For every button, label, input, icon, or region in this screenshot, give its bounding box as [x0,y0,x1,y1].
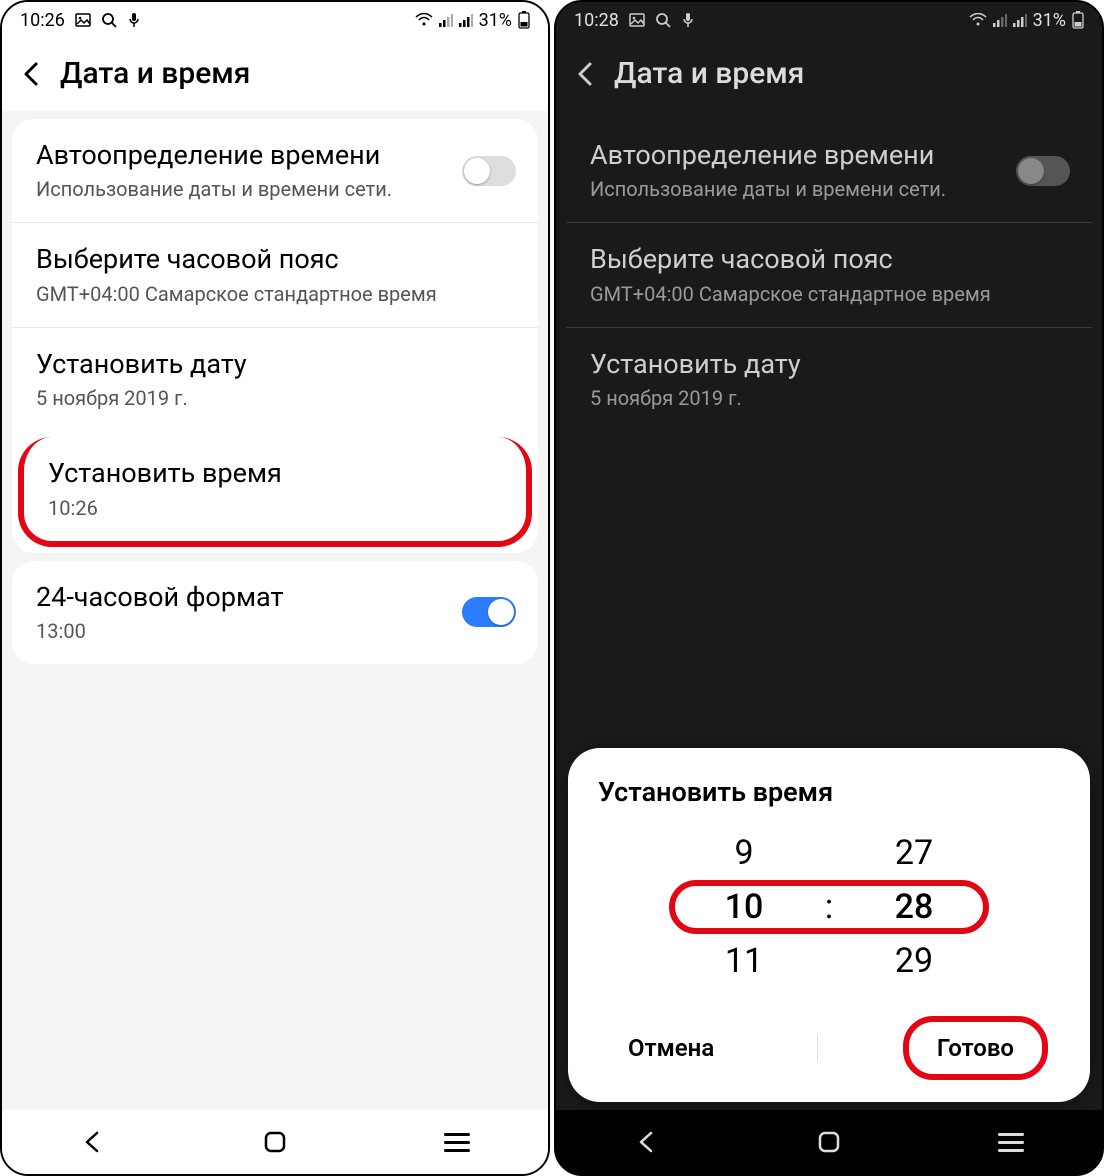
time-picker[interactable]: 9 10 11 : 27 28 29 [598,826,1060,988]
battery-icon [1072,11,1084,29]
minute-next: 29 [844,934,984,988]
status-battery-pct: 31% [479,10,512,31]
minute-picker-col[interactable]: 27 28 29 [844,826,984,988]
set-date-sub: 5 ноября 2019 г. [36,386,514,411]
nav-recents-icon[interactable] [444,1133,470,1152]
nav-back-icon[interactable] [80,1129,106,1155]
auto-time-toggle [1016,156,1070,186]
phone-screen-right: 10:28 [554,0,1104,1176]
page-title: Дата и время [614,56,804,91]
page-title: Дата и время [60,56,250,91]
search-icon [101,12,117,28]
page-header: Дата и время [556,38,1102,111]
status-battery-pct: 31% [1033,10,1066,31]
button-divider [817,1035,818,1061]
auto-time-title: Автоопределение времени [590,139,970,171]
minute-selected: 28 [844,880,984,934]
status-bar: 10:28 [556,2,1102,38]
signal2-icon [459,13,473,27]
dialog-buttons: Отмена Готово [598,1010,1060,1084]
format24-title: 24-часовой формат [36,581,514,613]
done-button[interactable]: Готово [919,1024,1032,1072]
wifi-icon [415,13,433,27]
status-bar: 10:26 31% [2,2,548,38]
auto-time-sub: Использование даты и времени сети. [36,177,436,202]
battery-icon [518,11,530,29]
row-set-date: Установить дату 5 ноября 2019 г. [566,327,1092,431]
nav-bar [2,1110,548,1174]
row-timezone[interactable]: Выберите часовой пояс GMT+04:00 Самарско… [12,222,538,326]
time-colon: : [814,887,844,927]
done-highlight: Готово [903,1016,1048,1080]
auto-time-toggle[interactable] [462,156,516,186]
row-set-time[interactable]: Установить время 10:26 [18,437,532,546]
timezone-title: Выберите часовой пояс [36,243,514,275]
timezone-sub: GMT+04:00 Самарское стандартное время [590,282,1068,307]
mic-icon [127,12,141,28]
nav-back-icon[interactable] [634,1129,660,1155]
format24-sub: 13:00 [36,619,514,644]
nav-home-icon[interactable] [262,1129,288,1155]
status-time: 10:26 [20,10,65,31]
signal-icon [439,13,453,27]
row-set-date[interactable]: Установить дату 5 ноября 2019 г. [12,327,538,431]
hour-picker-col[interactable]: 9 10 11 [674,826,814,988]
page-header: Дата и время [2,38,548,111]
format24-toggle[interactable] [462,597,516,627]
mic-icon [681,12,695,28]
row-auto-time[interactable]: Автоопределение времени Использование да… [12,119,538,222]
gallery-icon [629,12,645,28]
set-time-title: Установить время [48,457,502,489]
cancel-button[interactable]: Отмена [610,1024,732,1072]
search-icon [655,12,671,28]
nav-home-icon[interactable] [816,1129,842,1155]
signal2-icon [1013,13,1027,27]
nav-bar [556,1110,1102,1174]
settings-card-1: Автоопределение времени Использование да… [566,119,1092,431]
nav-recents-icon[interactable] [998,1133,1024,1152]
set-date-title: Установить дату [590,348,1068,380]
timezone-title: Выберите часовой пояс [590,243,1068,275]
auto-time-sub: Использование даты и времени сети. [590,177,990,202]
minute-prev: 27 [844,826,984,880]
gallery-icon [75,12,91,28]
auto-time-title: Автоопределение времени [36,139,416,171]
row-auto-time: Автоопределение времени Использование да… [566,119,1092,222]
signal-icon [993,13,1007,27]
set-date-sub: 5 ноября 2019 г. [590,386,1068,411]
settings-card-1: Автоопределение времени Использование да… [12,119,538,553]
row-timezone: Выберите часовой пояс GMT+04:00 Самарско… [566,222,1092,326]
row-24h-format[interactable]: 24-часовой формат 13:00 [12,561,538,664]
phone-screen-left: 10:26 31% [0,0,550,1176]
hour-selected: 10 [674,880,814,934]
set-date-title: Установить дату [36,348,514,380]
dialog-title: Установить время [598,776,1060,808]
back-icon[interactable] [22,60,42,88]
wifi-icon [969,13,987,27]
set-time-sub: 10:26 [48,496,502,521]
back-icon[interactable] [576,60,596,88]
time-picker-dialog: Установить время 9 10 11 : 27 28 29 Отме… [568,748,1090,1102]
settings-card-2: 24-часовой формат 13:00 [12,561,538,664]
timezone-sub: GMT+04:00 Самарское стандартное время [36,282,514,307]
hour-next: 11 [674,934,814,988]
hour-prev: 9 [674,826,814,880]
status-time: 10:28 [574,10,619,31]
